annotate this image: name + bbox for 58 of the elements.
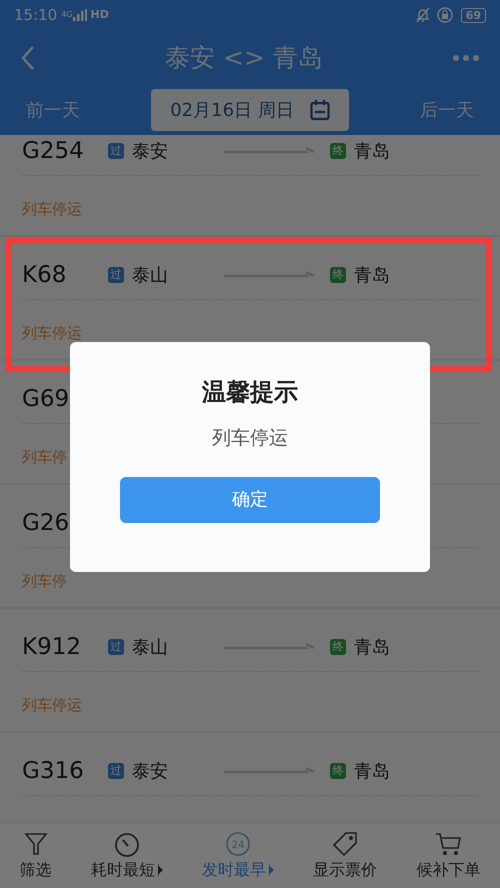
train-status: 列车停运: [22, 199, 82, 220]
station-name: 青岛: [354, 636, 390, 660]
train-status: 列车停运: [22, 323, 82, 344]
station-name: 泰山: [132, 264, 168, 288]
train-number: G26: [22, 508, 70, 538]
confirm-button[interactable]: 确定: [120, 476, 380, 522]
cart-icon: [434, 830, 462, 858]
next-day-link[interactable]: 后一天: [420, 96, 474, 124]
train-status: 列车停: [22, 571, 67, 592]
bottom-tab[interactable]: 显示票价: [313, 830, 378, 882]
dialog-title: 温馨提示: [200, 377, 299, 408]
bottom-tab[interactable]: 耗时最短: [90, 830, 163, 882]
price-tag-icon: [331, 830, 360, 858]
station-name: 青岛: [354, 264, 390, 288]
bottom-tab[interactable]: 24 发时最早: [202, 830, 274, 882]
terminal-badge: 终: [330, 143, 346, 159]
route-arrow-icon: [224, 271, 316, 279]
page-title: 泰安 <> 青岛: [164, 42, 324, 74]
rotation-lock-icon: [436, 7, 453, 23]
timer-icon: [112, 830, 141, 858]
clock-icon: 24: [224, 830, 252, 858]
route-arrow-icon: [224, 767, 316, 775]
filter-icon: [22, 830, 50, 858]
via-badge: 过: [108, 143, 124, 159]
bottom-tab[interactable]: 筛选: [20, 830, 52, 882]
train-number: G316: [22, 756, 85, 786]
previous-day-link[interactable]: 前一天: [26, 96, 80, 124]
terminal-badge: 终: [330, 639, 346, 655]
station-name: 泰山: [132, 636, 168, 660]
network-type: 4G: [61, 9, 73, 21]
date-picker[interactable]: 02月16日 周日: [151, 89, 349, 131]
via-badge: 过: [108, 267, 124, 283]
station-name: 青岛: [354, 760, 390, 784]
station-name: 泰安: [132, 140, 168, 164]
back-icon[interactable]: [20, 44, 36, 70]
hd-indicator: HD: [90, 6, 109, 23]
muted-bell-icon: [414, 7, 431, 23]
station-name: 青岛: [354, 140, 390, 164]
train-number: K68: [22, 260, 68, 290]
train-status: 列车停运: [22, 695, 82, 716]
via-badge: 过: [108, 639, 124, 655]
dialog-message: 列车停运: [211, 426, 289, 451]
train-status: 列车停: [22, 447, 67, 468]
battery-level: 69: [460, 8, 486, 22]
station-name: 泰安: [132, 760, 168, 784]
train-number: G69: [22, 384, 70, 414]
via-badge: 过: [108, 763, 124, 779]
route-arrow-icon: [224, 147, 316, 155]
calendar-icon: [310, 99, 330, 121]
signal-icon: [72, 9, 87, 21]
more-icon[interactable]: [452, 54, 480, 62]
train-number: G254: [22, 136, 85, 166]
bottom-tab[interactable]: 候补下单: [416, 830, 480, 882]
clock-time: 15:10: [14, 4, 58, 26]
terminal-badge: 终: [330, 267, 346, 283]
terminal-badge: 终: [330, 763, 346, 779]
train-number: K912: [22, 632, 82, 662]
route-arrow-icon: [224, 643, 316, 651]
